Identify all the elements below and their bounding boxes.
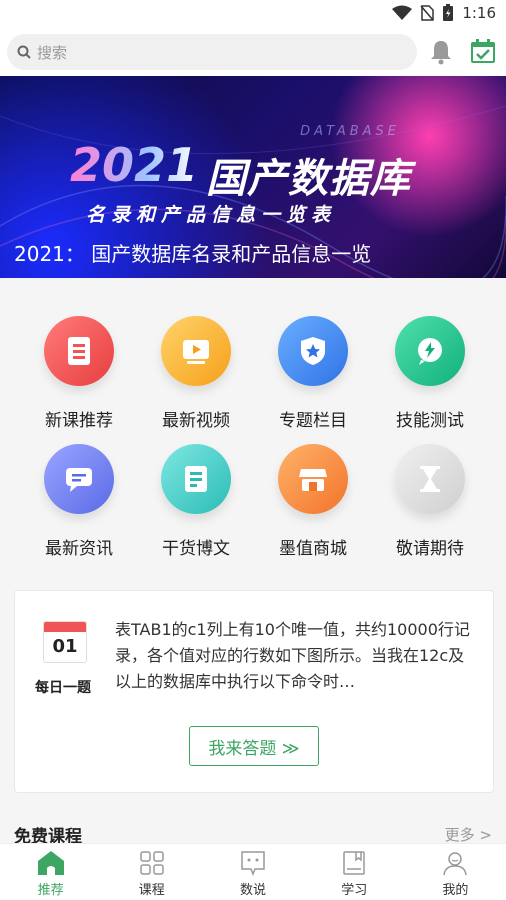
- grid-item-new-courses[interactable]: 新课推荐: [16, 316, 142, 431]
- home-icon: [37, 851, 64, 875]
- tab-label: 学习: [341, 883, 368, 898]
- grid-label: 新课推荐: [45, 411, 113, 431]
- answer-button[interactable]: 我来答题 ≫: [189, 726, 319, 766]
- chat-icon: [241, 851, 265, 876]
- calendar-check-icon[interactable]: [470, 38, 496, 64]
- tab-recommend[interactable]: 推荐: [0, 844, 101, 900]
- tab-label: 推荐: [37, 883, 64, 898]
- banner-subtitle: 名录和产品信息一览表: [86, 204, 337, 226]
- status-time: 1:16: [462, 4, 496, 22]
- banner-database-word: DATABASE: [300, 124, 400, 139]
- grid-label: 墨值商城: [279, 539, 347, 559]
- grid-item-articles[interactable]: 干货博文: [133, 444, 259, 559]
- user-icon: [443, 852, 468, 876]
- message-icon: [44, 444, 114, 514]
- video-icon: [161, 316, 231, 386]
- grid-label: 最新视频: [162, 411, 230, 431]
- grid-label: 敬请期待: [396, 539, 464, 559]
- status-bar: 1:16: [0, 0, 506, 30]
- more-link[interactable]: 更多 >: [445, 824, 492, 845]
- bottom-tab-bar: 推荐 课程 数说 学习 我的: [0, 843, 506, 900]
- status-icons: 1:16: [392, 4, 496, 22]
- tab-courses[interactable]: 课程: [101, 844, 202, 900]
- book-icon: [343, 851, 365, 875]
- grid-label: 技能测试: [396, 411, 464, 431]
- top-bar: 搜索: [0, 30, 506, 76]
- daily-question-card[interactable]: 01 每日一题 表TAB1的c1列上有10个唯一值，共约10000行记录，各个值…: [14, 590, 494, 793]
- tab-mine[interactable]: 我的: [405, 844, 506, 900]
- grid-label: 最新资讯: [45, 539, 113, 559]
- banner-title: 国产数据库: [206, 156, 411, 202]
- tab-label: 数说: [240, 883, 267, 898]
- banner-year: 2021: [70, 138, 199, 192]
- no-sim-icon: [420, 5, 435, 21]
- search-input[interactable]: 搜索: [7, 34, 417, 70]
- tab-discuss[interactable]: 数说: [202, 844, 303, 900]
- grid-item-store[interactable]: 墨值商城: [250, 444, 376, 559]
- search-icon: [17, 45, 31, 59]
- grid-item-latest-videos[interactable]: 最新视频: [133, 316, 259, 431]
- grid-icon: [140, 851, 164, 875]
- daily-question-text: 表TAB1的c1列上有10个唯一值，共约10000行记录，各个值对应的行数如下图…: [115, 620, 470, 691]
- hourglass-icon: [395, 444, 465, 514]
- grid-item-coming-soon[interactable]: 敬请期待: [367, 444, 493, 559]
- tab-study[interactable]: 学习: [304, 844, 405, 900]
- document-icon: [44, 316, 114, 386]
- lightning-bubble-icon: [395, 316, 465, 386]
- bell-icon[interactable]: [429, 39, 453, 65]
- calendar-icon: 01: [43, 621, 87, 663]
- grid-label: 专题栏目: [279, 411, 347, 431]
- battery-icon: [443, 4, 454, 21]
- banner-carousel[interactable]: DATABASE 2021 国产数据库 名录和产品信息一览表 2021： 国产数…: [0, 76, 506, 278]
- grid-item-latest-news[interactable]: 最新资讯: [16, 444, 142, 559]
- store-icon: [278, 444, 348, 514]
- grid-label: 干货博文: [162, 539, 230, 559]
- article-icon: [161, 444, 231, 514]
- shield-star-icon: [278, 316, 348, 386]
- daily-day: 01: [52, 636, 78, 657]
- grid-item-skill-test[interactable]: 技能测试: [367, 316, 493, 431]
- tab-label: 我的: [442, 883, 469, 898]
- wifi-icon: [392, 5, 413, 20]
- grid-item-topics[interactable]: 专题栏目: [250, 316, 376, 431]
- search-placeholder: 搜索: [37, 43, 68, 62]
- daily-label: 每日一题: [35, 680, 91, 696]
- banner-caption: 2021： 国产数据库名录和产品信息一览: [14, 242, 372, 266]
- tab-label: 课程: [138, 883, 165, 898]
